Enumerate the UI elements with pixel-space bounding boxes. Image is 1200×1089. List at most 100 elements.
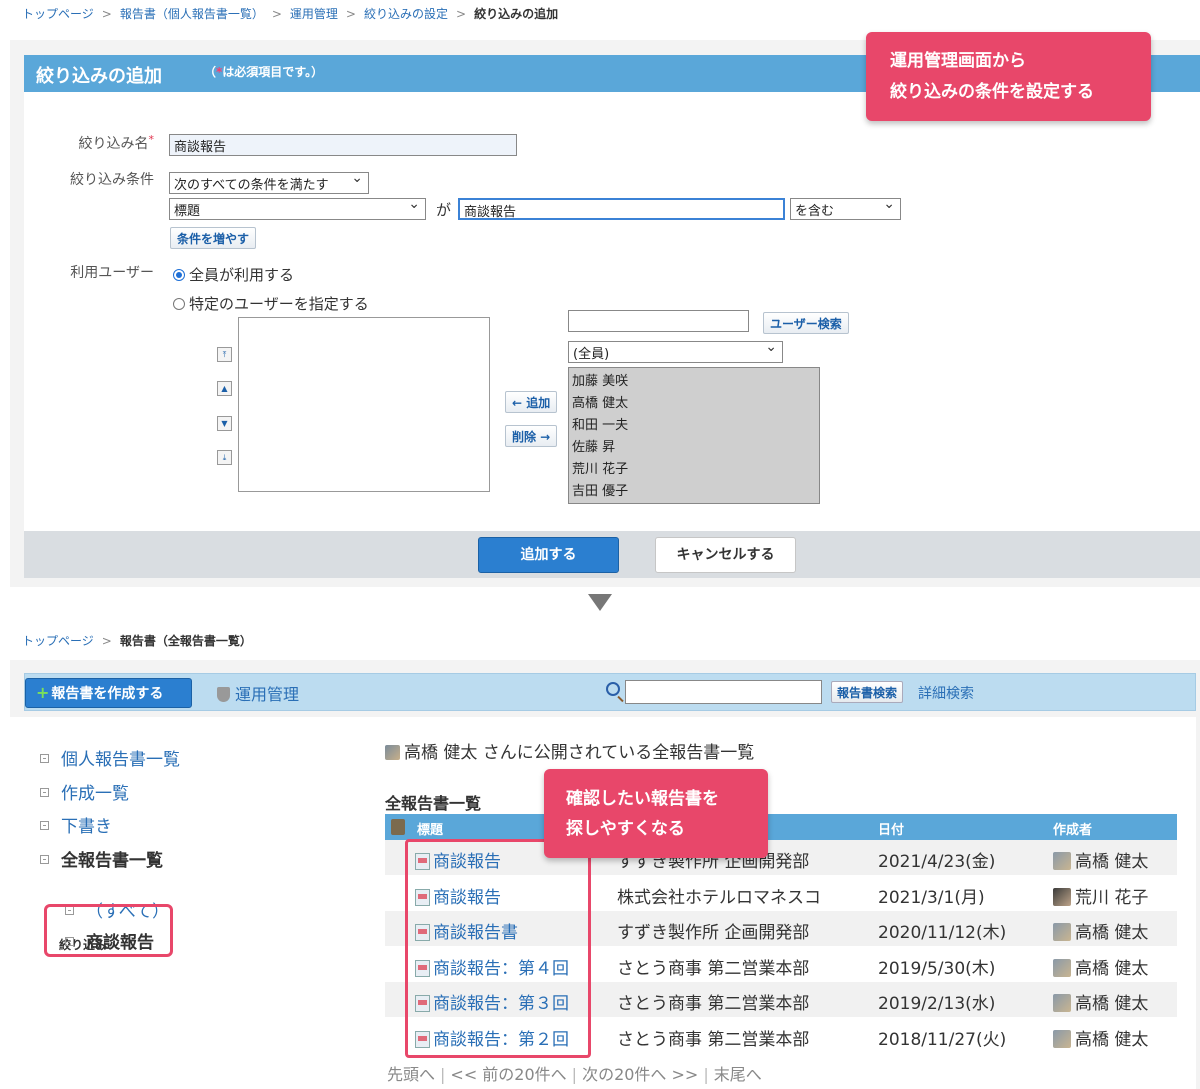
group-select[interactable]: (全員) bbox=[568, 341, 783, 363]
candidate-user-option[interactable]: 加藤 美咲 bbox=[569, 368, 819, 390]
report-dept: さとう商事 第二営業本部 bbox=[617, 958, 810, 979]
report-date: 2020/11/12(木) bbox=[878, 923, 1007, 943]
breadcrumb-admin[interactable]: 運用管理 bbox=[290, 7, 338, 21]
avatar bbox=[1053, 923, 1071, 941]
bullet-icon bbox=[40, 754, 49, 763]
pager-prev[interactable]: << 前の20件へ bbox=[450, 1065, 566, 1084]
pager-last[interactable]: 末尾へ bbox=[714, 1065, 762, 1084]
breadcrumb-current: 絞り込みの追加 bbox=[474, 7, 559, 21]
table-title: 全報告書一覧 bbox=[385, 794, 482, 813]
avatar bbox=[1053, 958, 1071, 977]
breadcrumb: トップページ > 報告書（個人報告書一覧） > 運用管理 > 絞り込みの設定 > 絞り込みの追加 bbox=[22, 5, 558, 22]
avatar bbox=[1053, 887, 1071, 906]
add-condition-button[interactable]: 条件を増やす bbox=[170, 227, 257, 249]
report-dept: 株式会社ホテルロマネスコ bbox=[617, 887, 821, 908]
column-header-author[interactable]: 作成者 bbox=[1053, 819, 1092, 838]
report-date: 2019/5/30(木) bbox=[878, 958, 996, 979]
avatar bbox=[1053, 1029, 1071, 1048]
pager-first[interactable]: 先頭へ bbox=[387, 1065, 435, 1084]
report-date: 2021/4/23(金) bbox=[878, 852, 996, 872]
selected-users-listbox[interactable] bbox=[238, 317, 490, 492]
add-user-button[interactable]: ← 追加 bbox=[505, 391, 558, 413]
required-note: （*は必須項目です。） bbox=[204, 65, 324, 79]
report-date: 2018/11/27(火) bbox=[878, 1029, 1007, 1050]
sidebar-item-drafts[interactable]: 下書き bbox=[40, 812, 112, 837]
report-search-button[interactable]: 報告書検索 bbox=[831, 681, 904, 703]
chevron-right-icon: > bbox=[271, 7, 282, 21]
candidate-user-option[interactable]: 吉田 優子 bbox=[569, 478, 819, 500]
page-title: 絞り込みの追加 bbox=[36, 66, 162, 87]
filter-condition-label: 絞り込み条件 bbox=[70, 172, 154, 188]
radio-all-users[interactable]: 全員が利用する bbox=[173, 264, 294, 285]
sidebar-item-created[interactable]: 作成一覧 bbox=[40, 779, 129, 804]
users-label: 利用ユーザー bbox=[70, 265, 154, 281]
pager-next[interactable]: 次の20件へ >> bbox=[582, 1065, 698, 1084]
candidate-user-option[interactable]: 高橋 健太 bbox=[569, 390, 819, 412]
report-author: 高橋 健太 bbox=[1053, 989, 1148, 1014]
sidebar-item-all-reports[interactable]: 全報告書一覧 bbox=[40, 846, 163, 871]
down-arrow-icon bbox=[588, 594, 612, 611]
filter-form: 絞り込みの追加 （*は必須項目です。） 絞り込み名* 商談報告 絞り込み条件 次… bbox=[24, 55, 1200, 578]
condition-value-input[interactable]: 商談報告 bbox=[458, 198, 785, 220]
filter-form-panel: 絞り込みの追加 （*は必須項目です。） 絞り込み名* 商談報告 絞り込み条件 次… bbox=[10, 40, 1200, 587]
column-header-date[interactable]: 日付 bbox=[878, 819, 904, 838]
column-header-title[interactable]: 標題 bbox=[417, 819, 443, 838]
search-input[interactable] bbox=[625, 680, 822, 704]
breadcrumb-current: 報告書（全報告書一覧） bbox=[119, 634, 252, 648]
chevron-right-icon: > bbox=[101, 7, 112, 21]
callout-top: 運用管理画面から 絞り込みの条件を設定する bbox=[866, 32, 1151, 121]
condition-operator-select[interactable]: を含む bbox=[790, 198, 901, 220]
user-icon bbox=[385, 745, 400, 760]
candidate-user-option[interactable]: 和田 一夫 bbox=[569, 412, 819, 434]
avatar bbox=[1053, 852, 1071, 870]
radio-unchecked-icon bbox=[173, 298, 185, 310]
list-heading: 高橋 健太 さんに公開されている全報告書一覧 bbox=[385, 738, 754, 763]
report-author: 高橋 健太 bbox=[1053, 1025, 1148, 1050]
lock-icon bbox=[391, 819, 405, 835]
submit-add-button[interactable]: 追加する bbox=[478, 537, 619, 573]
move-down-icon[interactable]: ▼ bbox=[217, 416, 232, 431]
bullet-icon bbox=[40, 855, 49, 864]
condition-field-select[interactable]: 標題 bbox=[169, 198, 426, 220]
condition-mode-select[interactable]: 次のすべての条件を満たす bbox=[169, 172, 369, 194]
candidate-users-listbox[interactable]: 加藤 美咲 高橋 健太 和田 一夫 佐藤 昇 荒川 花子 吉田 優子 bbox=[568, 367, 820, 504]
chevron-right-icon: > bbox=[345, 7, 356, 21]
report-date: 2021/3/1(月) bbox=[878, 887, 985, 908]
bullet-icon bbox=[40, 788, 49, 797]
move-top-icon[interactable]: ⤒ bbox=[217, 347, 232, 362]
breadcrumb-top-page[interactable]: トップページ bbox=[22, 634, 94, 648]
move-bottom-icon[interactable]: ⤓ bbox=[217, 450, 232, 465]
report-author: 高橋 健太 bbox=[1053, 954, 1148, 979]
highlight-frame bbox=[405, 839, 591, 1058]
condition-ga-text: が bbox=[436, 201, 452, 219]
pagination: 先頭へ | << 前の20件へ | 次の20件へ >> | 末尾へ bbox=[387, 1065, 762, 1084]
admin-link[interactable]: 運用管理 bbox=[217, 681, 299, 705]
breadcrumb-filter-settings[interactable]: 絞り込みの設定 bbox=[364, 7, 448, 21]
chevron-right-icon: > bbox=[456, 7, 467, 21]
move-up-icon[interactable]: ▲ bbox=[217, 381, 232, 396]
remove-user-button[interactable]: 削除 → bbox=[505, 425, 558, 447]
user-search-button[interactable]: ユーザー検索 bbox=[763, 312, 849, 334]
radio-checked-icon bbox=[173, 269, 185, 281]
filter-name-label: 絞り込み名* bbox=[78, 133, 155, 152]
user-search-input[interactable] bbox=[568, 310, 749, 332]
candidate-user-option[interactable]: 佐藤 昇 bbox=[569, 434, 819, 456]
cancel-button[interactable]: キャンセルする bbox=[655, 537, 796, 573]
table-header: 標題 日付 作成者 bbox=[385, 814, 1177, 840]
report-date: 2019/2/13(水) bbox=[878, 994, 996, 1014]
breadcrumb-top-page[interactable]: トップページ bbox=[22, 7, 94, 21]
breadcrumb-report-personal[interactable]: 報告書（個人報告書一覧） bbox=[120, 7, 264, 21]
sidebar-item-personal[interactable]: 個人報告書一覧 bbox=[40, 745, 180, 770]
toolbar: + 報告書を作成する 運用管理 報告書検索 詳細検索 bbox=[24, 673, 1196, 711]
create-report-button[interactable]: + 報告書を作成する bbox=[25, 678, 192, 708]
breadcrumb: トップページ > 報告書（全報告書一覧） bbox=[22, 632, 252, 649]
radio-specific-users[interactable]: 特定のユーザーを指定する bbox=[173, 293, 369, 314]
callout-bottom: 確認したい報告書を 探しやすくなる bbox=[544, 769, 768, 858]
plus-icon: + bbox=[36, 683, 50, 702]
candidate-user-option[interactable]: 荒川 花子 bbox=[569, 456, 819, 478]
report-author: 荒川 花子 bbox=[1053, 883, 1148, 908]
avatar bbox=[1053, 994, 1071, 1012]
report-dept: すずき製作所 企画開発部 bbox=[617, 923, 810, 943]
advanced-search-link[interactable]: 詳細検索 bbox=[918, 683, 974, 703]
filter-name-input[interactable]: 商談報告 bbox=[169, 134, 517, 156]
